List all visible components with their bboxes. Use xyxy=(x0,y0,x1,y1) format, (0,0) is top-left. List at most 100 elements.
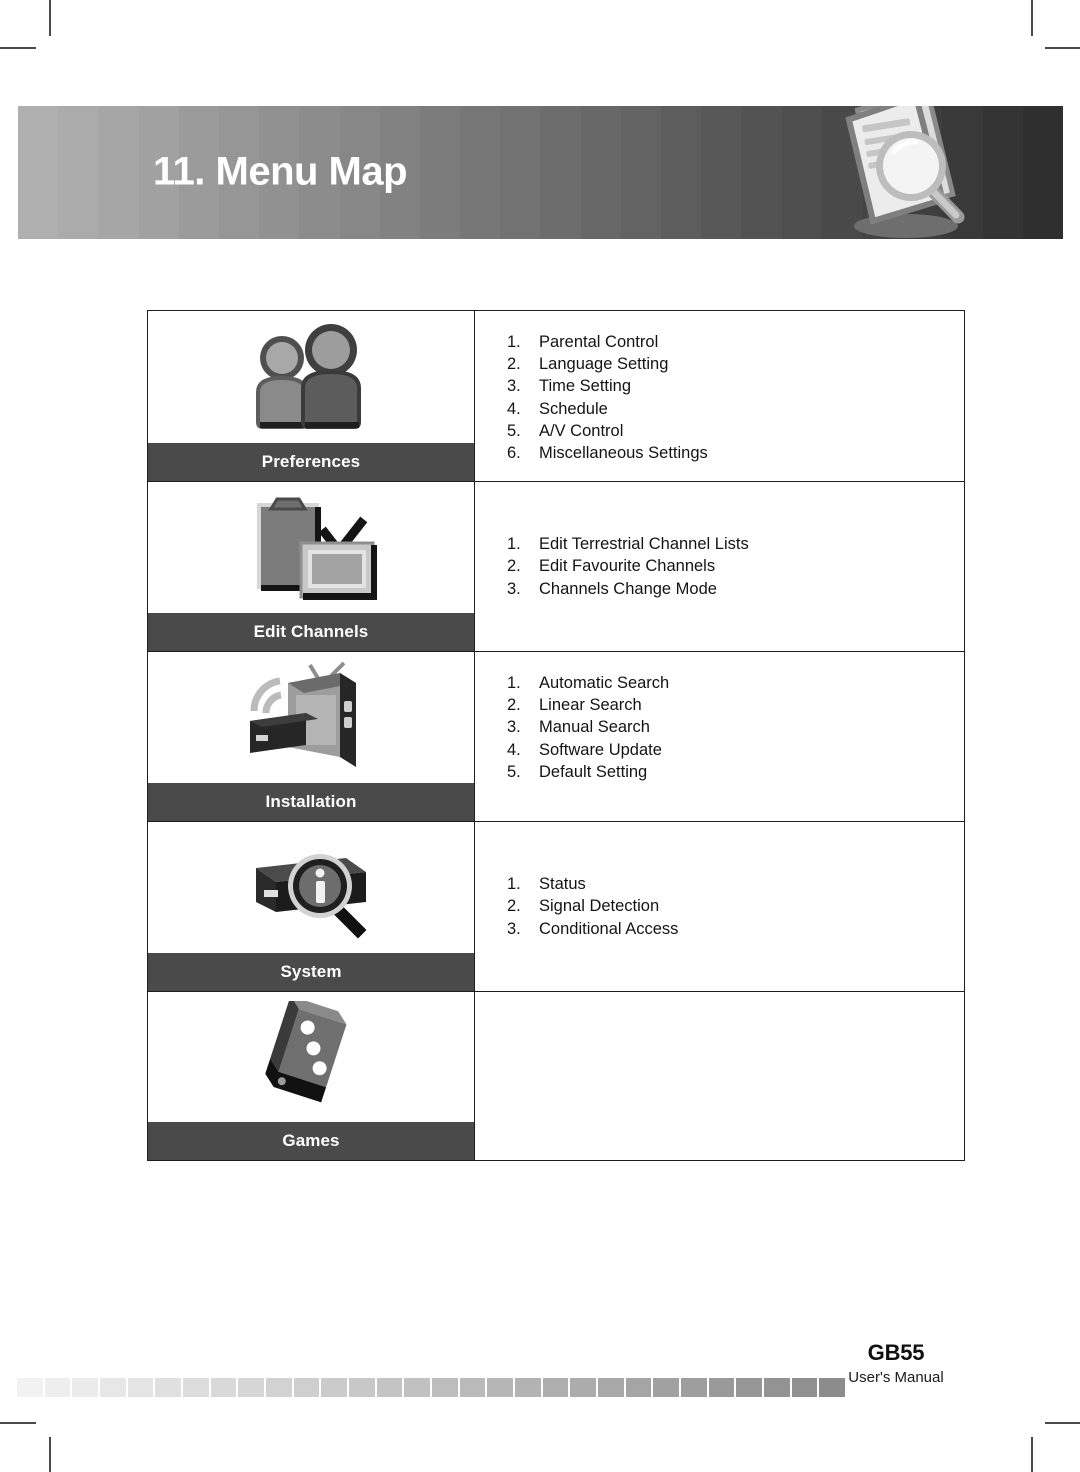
items-cell: 1. Status 2. Signal Detection 3. Conditional … xyxy=(475,822,964,991)
crop-mark-top-right-vertical xyxy=(1031,0,1033,36)
category-label: System xyxy=(148,953,474,991)
menu-item-label: Status xyxy=(539,875,586,894)
menu-item-label: Signal Detection xyxy=(539,897,660,916)
category-label: Installation xyxy=(148,783,474,821)
footer-manual-label: User's Manual xyxy=(848,1369,944,1386)
menu-item: 1. Parental Control xyxy=(507,331,708,353)
banner-stripe xyxy=(460,106,501,239)
menu-item: 4. Software Update xyxy=(507,739,669,761)
menu-item-number: 4. xyxy=(507,740,521,759)
footer-bar-segment xyxy=(210,1378,237,1397)
footer-bar-segment xyxy=(293,1378,320,1397)
menu-item: 4. Schedule xyxy=(507,398,708,420)
menu-item-number: 2. xyxy=(507,897,521,916)
crop-mark-top-right-horizontal xyxy=(1045,47,1080,49)
footer-bar-segment xyxy=(321,1378,348,1397)
menu-item-label: Conditional Access xyxy=(539,919,679,938)
banner-stripe xyxy=(580,106,621,239)
banner-stripe xyxy=(18,106,59,239)
menu-item: 2. Linear Search xyxy=(507,694,669,716)
menu-item-number: 2. xyxy=(507,696,521,715)
footer-bar-segment xyxy=(404,1378,431,1397)
footer-model-code: GB55 xyxy=(867,1340,925,1365)
menu-item-list: 1. Parental Control 2. Language Setting 3. Ti… xyxy=(507,331,708,464)
category-cell-system: System xyxy=(148,822,475,991)
banner-stripe xyxy=(1022,106,1063,239)
menu-item-label: Default Setting xyxy=(539,762,648,781)
footer-bar-segment xyxy=(17,1378,43,1397)
menu-item-number: 3. xyxy=(507,919,521,938)
menu-item-label: Parental Control xyxy=(539,333,659,351)
menu-item: 5. A/V Control xyxy=(507,420,708,442)
table-row: Installation 1. Automatic Search 2. Linear … xyxy=(148,652,964,822)
banner-stripe xyxy=(540,106,581,239)
footer-gradient-bar xyxy=(17,1378,846,1397)
receiver-info-magnifier-icon xyxy=(148,822,474,953)
table-row: Edit Channels 1. Edit Terrestrial Channel… xyxy=(148,482,964,652)
items-cell: 1. Edit Terrestrial Channel Lists 2. Edit F… xyxy=(475,482,964,651)
menu-item-number: 2. xyxy=(507,557,521,576)
category-cell-preferences: Preferences xyxy=(148,311,475,481)
menu-item-label: Automatic Search xyxy=(539,674,670,692)
footer-bar-segment xyxy=(376,1378,403,1397)
banner-stripe xyxy=(58,106,99,239)
menu-item-number: 6. xyxy=(507,444,521,463)
crop-mark-bottom-right-horizontal xyxy=(1045,1422,1080,1424)
footer-bar-segment xyxy=(238,1378,265,1397)
category-label: Edit Channels xyxy=(148,613,474,651)
footer-bar-segment xyxy=(764,1378,790,1397)
items-cell: 1. Automatic Search 2. Linear Search 3. Manua… xyxy=(475,652,964,821)
documents-magnifier-icon xyxy=(810,106,985,239)
footer-bar-segment xyxy=(625,1378,652,1397)
table-row: Games xyxy=(148,992,964,1160)
footer-bar-segment xyxy=(487,1378,514,1397)
footer-bar-segment xyxy=(515,1378,541,1397)
menu-item: 2. Signal Detection xyxy=(507,895,678,917)
category-label: Preferences xyxy=(148,443,474,481)
menu-item-number: 1. xyxy=(507,674,521,692)
banner-stripe xyxy=(419,106,461,239)
menu-item-label: Manual Search xyxy=(539,718,650,737)
footer-bar-segment xyxy=(155,1378,182,1397)
footer-bar-segment xyxy=(653,1378,680,1397)
menu-item: 2. Language Setting xyxy=(507,353,708,375)
menu-item-label: Language Setting xyxy=(539,355,669,374)
menu-item: 1. Automatic Search xyxy=(507,672,669,694)
menu-item-number: 1. xyxy=(507,333,521,351)
menu-item-label: Edit Favourite Channels xyxy=(539,557,716,576)
menu-item-label: Software Update xyxy=(539,740,662,759)
dice-icon xyxy=(148,992,474,1122)
two-people-icon xyxy=(148,311,474,443)
menu-item-number: 2. xyxy=(507,355,521,374)
banner-stripe xyxy=(701,106,742,239)
menu-item-list: 1. Status 2. Signal Detection 3. Conditional … xyxy=(507,873,678,940)
menu-item-label: Edit Terrestrial Channel Lists xyxy=(539,535,749,554)
table-row: System 1. Status 2. Signal Detection 3. Condi… xyxy=(148,822,964,992)
menu-item-number: 5. xyxy=(507,762,521,781)
menu-item: 1. Edit Terrestrial Channel Lists xyxy=(507,533,749,555)
menu-item-label: Channels Change Mode xyxy=(539,579,717,598)
footer-bar-segment xyxy=(791,1378,818,1397)
footer-bar-segment xyxy=(349,1378,375,1397)
menu-item-number: 3. xyxy=(507,377,521,396)
menu-item: 5. Default Setting xyxy=(507,761,669,783)
footer-bar-segment xyxy=(459,1378,486,1397)
menu-item-number: 4. xyxy=(507,399,521,418)
footer-bar-segment xyxy=(542,1378,569,1397)
banner-stripe xyxy=(741,106,782,239)
footer-bar-segment xyxy=(598,1378,624,1397)
menu-item: 1. Status xyxy=(507,873,678,895)
menu-map-table: Preferences 1. Parental Control 2. Language… xyxy=(147,310,965,1161)
menu-item: 2. Edit Favourite Channels xyxy=(507,555,749,577)
page-title: 11. Menu Map xyxy=(153,149,408,194)
crop-mark-top-left-vertical xyxy=(49,0,51,36)
menu-item: 3. Channels Change Mode xyxy=(507,578,749,600)
menu-item-label: Linear Search xyxy=(539,696,642,715)
tv-antenna-receiver-icon xyxy=(148,652,474,783)
banner-stripe xyxy=(982,106,1023,239)
footer-bar-segment xyxy=(183,1378,209,1397)
menu-item-number: 5. xyxy=(507,421,521,440)
table-row: Preferences 1. Parental Control 2. Language… xyxy=(148,311,964,482)
manual-page: 11. Menu Map Preferences 1. Parental Con… xyxy=(0,0,1080,1472)
banner-stripe xyxy=(620,106,661,239)
